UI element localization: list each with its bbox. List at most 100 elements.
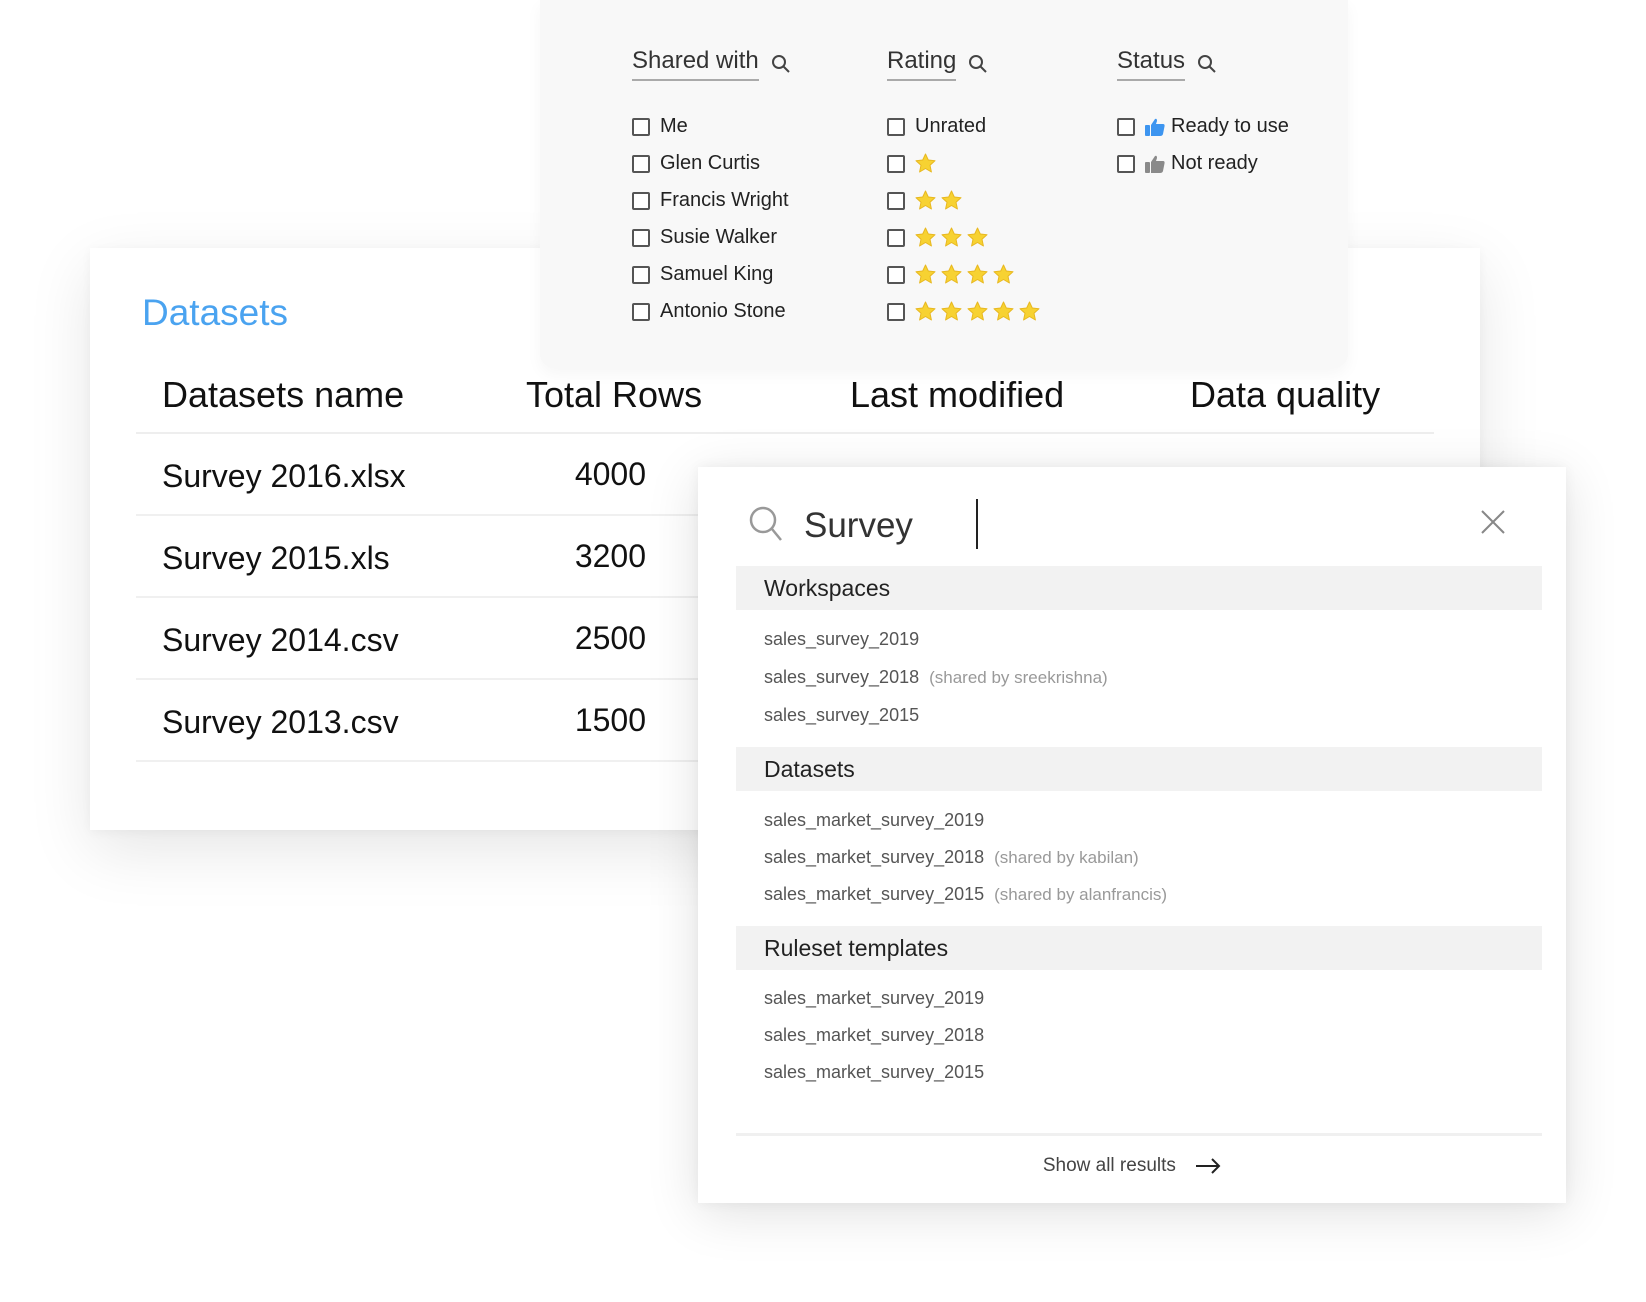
star-rating (915, 264, 1014, 285)
star-icon (915, 301, 936, 321)
checkbox[interactable] (887, 228, 905, 247)
result-item[interactable]: sales_market_survey_2019 (764, 810, 984, 831)
filter-option[interactable]: Susie Walker (632, 219, 791, 256)
result-name: sales_market_survey_2015 (764, 884, 985, 904)
result-name: sales_survey_2015 (764, 705, 920, 725)
checkbox[interactable] (632, 265, 650, 284)
filter-option-not-ready[interactable]: Not ready (1117, 145, 1289, 182)
arrow-right-icon (1196, 1158, 1221, 1174)
checkbox[interactable] (887, 117, 905, 136)
checkbox[interactable] (1117, 154, 1135, 173)
dataset-name[interactable]: Survey 2014.csv (162, 622, 399, 659)
option-label: Ready to use (1171, 115, 1289, 137)
search-icon[interactable] (1197, 54, 1217, 74)
star-icon (941, 190, 962, 210)
filter-option[interactable]: Me (632, 108, 791, 145)
option-label: Susie Walker (660, 226, 778, 248)
star-icon (941, 227, 962, 247)
filter-options: Me Glen Curtis Francis Wright Susie Walk… (632, 108, 791, 330)
star-icon (915, 190, 936, 210)
filter-option-rating-4[interactable] (887, 256, 1040, 293)
thumbs-up-icon (1145, 155, 1165, 173)
result-item[interactable]: sales_market_survey_2018 (764, 1025, 984, 1046)
text-cursor (976, 499, 978, 549)
option-label: Glen Curtis (660, 152, 761, 174)
result-name: sales_survey_2018 (764, 667, 920, 687)
filter-option-rating-2[interactable] (887, 182, 1040, 219)
filter-option-ready[interactable]: Ready to use (1117, 108, 1289, 145)
search-icon[interactable] (771, 54, 791, 74)
star-icon (993, 264, 1014, 284)
dataset-total-rows: 1500 (574, 702, 646, 738)
dataset-name[interactable]: Survey 2013.csv (162, 704, 399, 741)
search-input[interactable] (804, 497, 1404, 555)
dataset-name[interactable]: Survey 2015.xls (162, 540, 390, 577)
option-label: Me (660, 115, 688, 137)
result-item[interactable]: sales_survey_2015 (764, 705, 919, 726)
filter-option[interactable]: Glen Curtis (632, 145, 791, 182)
star-icon (967, 301, 988, 321)
filter-shared-with: Shared with Me Glen Curtis Francis Wrigh… (632, 46, 791, 330)
option-label: Francis Wright (660, 189, 789, 211)
filter-option-rating-3[interactable] (887, 219, 1040, 256)
checkbox[interactable] (632, 302, 650, 321)
thumbs-up-icon (1145, 118, 1165, 136)
filter-label: Rating (887, 47, 957, 81)
column-header-last-modified[interactable]: Last modified (850, 374, 1064, 416)
filter-header-rating[interactable]: Rating (887, 46, 988, 82)
column-header-name[interactable]: Datasets name (162, 374, 404, 416)
checkbox[interactable] (632, 117, 650, 136)
star-icon (1019, 301, 1040, 321)
filter-options: Ready to use Not ready (1117, 108, 1289, 182)
star-icon (915, 153, 936, 173)
show-all-results-link[interactable]: Show all results (698, 1155, 1566, 1177)
search-icon[interactable] (968, 54, 988, 74)
filter-rating: Rating Unrated (887, 46, 1040, 330)
star-rating (915, 190, 962, 211)
checkbox[interactable] (887, 154, 905, 173)
filter-option[interactable]: Francis Wright (632, 182, 791, 219)
filter-option-rating-1[interactable] (887, 145, 1040, 182)
star-icon (967, 264, 988, 284)
checkbox[interactable] (632, 228, 650, 247)
table-header: Datasets name Total Rows Last modified D… (136, 366, 1434, 434)
option-label: Unrated (915, 115, 987, 137)
star-icon (915, 264, 936, 284)
checkbox[interactable] (1117, 117, 1135, 136)
checkbox[interactable] (632, 154, 650, 173)
dataset-name[interactable]: Survey 2016.xlsx (162, 458, 406, 495)
filter-option-rating-0[interactable]: Unrated (887, 108, 1040, 145)
filter-options: Unrated (887, 108, 1040, 330)
dataset-total-rows: 2500 (574, 620, 646, 656)
option-label: Not ready (1171, 152, 1258, 174)
result-item[interactable]: sales_market_survey_2015 (shared by alanf… (764, 884, 1167, 905)
checkbox[interactable] (887, 265, 905, 284)
result-item[interactable]: sales_market_survey_2015 (764, 1062, 984, 1083)
result-item[interactable]: sales_market_survey_2019 (764, 988, 984, 1009)
column-header-data-quality[interactable]: Data quality (1190, 374, 1380, 416)
filter-header-shared-with[interactable]: Shared with (632, 46, 791, 82)
checkbox[interactable] (887, 191, 905, 210)
result-item[interactable]: sales_survey_2018 (shared by sreekrishna) (764, 667, 1108, 688)
section-header-ruleset-templates: Ruleset templates (736, 926, 1542, 970)
filter-option[interactable]: Samuel King (632, 256, 791, 293)
result-name: sales_market_survey_2018 (764, 847, 985, 867)
shared-by-note: (shared by kabilan) (994, 848, 1139, 867)
filter-option-rating-5[interactable] (887, 293, 1040, 330)
checkbox[interactable] (632, 191, 650, 210)
column-header-total-rows[interactable]: Total Rows (526, 374, 702, 416)
result-item[interactable]: sales_survey_2019 (764, 629, 919, 650)
close-icon[interactable] (1480, 509, 1506, 535)
result-item[interactable]: sales_market_survey_2018 (shared by kabil… (764, 847, 1139, 868)
search-icon (749, 506, 782, 541)
section-header-workspaces: Workspaces (736, 566, 1542, 610)
star-icon (993, 301, 1014, 321)
star-rating (915, 153, 936, 174)
checkbox[interactable] (887, 302, 905, 321)
filter-status: Status Ready to use Not ready (1117, 46, 1289, 182)
filter-option[interactable]: Antonio Stone (632, 293, 791, 330)
star-rating (915, 227, 988, 248)
result-name: sales_market_survey_2018 (764, 1025, 985, 1045)
filter-header-status[interactable]: Status (1117, 46, 1217, 82)
filter-label: Status (1117, 47, 1186, 81)
